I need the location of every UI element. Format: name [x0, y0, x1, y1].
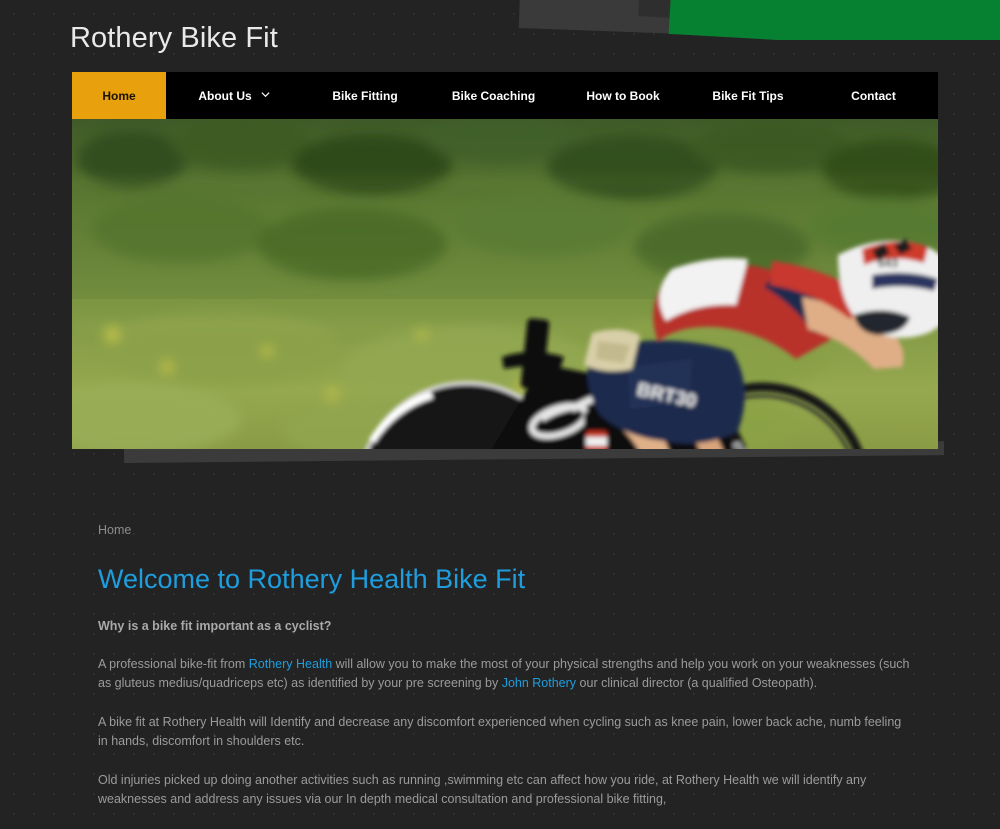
paragraph-one: A professional bike-fit from Rothery Hea… [98, 655, 912, 693]
paragraph-one-text-a: A professional bike-fit from [98, 657, 249, 671]
nav-item-label: Home [102, 88, 136, 103]
nav-item-how-to-book[interactable]: How to Book [559, 72, 687, 119]
decorative-gray-banner [518, 0, 940, 40]
paragraph-three: Old injuries picked up doing another act… [98, 773, 867, 806]
nav-item-bike-fitting[interactable]: Bike Fitting [302, 72, 428, 119]
decorative-gray-banner-2 [638, 0, 940, 34]
link-john-rothery[interactable]: John Rothery [502, 676, 576, 690]
page-title: Welcome to Rothery Health Bike Fit [98, 564, 526, 594]
intro-question: Why is a bike fit important as a cyclist… [98, 619, 332, 633]
hero-shadow [72, 441, 945, 471]
nav-item-label: Bike Coaching [451, 88, 536, 103]
nav-item-label: Contact [851, 88, 896, 103]
nav-item-label: Bike Fit Tips [712, 88, 784, 103]
breadcrumb[interactable]: Home [98, 523, 912, 537]
decorative-green-banner [668, 0, 1000, 40]
nav-item-home[interactable]: Home [72, 72, 166, 119]
page-container: Home About Us Bike Fitting Bike Coaching… [72, 72, 945, 829]
nav-item-label: How to Book [586, 88, 660, 103]
chevron-down-icon [261, 90, 270, 99]
site-title: Rothery Bike Fit [70, 22, 278, 54]
svg-text:643: 643 [878, 256, 898, 270]
nav-item-bike-coaching[interactable]: Bike Coaching [428, 72, 559, 119]
paragraph-one-text-c: our clinical director (a qualified Osteo… [576, 676, 818, 690]
nav-item-contact[interactable]: Contact [809, 72, 938, 119]
nav-item-about-us[interactable]: About Us [166, 72, 302, 119]
hero-illustration: elSport BRT30 [72, 119, 938, 449]
nav-item-bike-fit-tips[interactable]: Bike Fit Tips [687, 72, 809, 119]
main-navigation: Home About Us Bike Fitting Bike Coaching… [72, 72, 938, 119]
breadcrumb-item-home[interactable]: Home [98, 523, 131, 537]
link-rothery-health[interactable]: Rothery Health [249, 657, 332, 671]
hero-image: elSport BRT30 [72, 119, 938, 449]
nav-item-label: Bike Fitting [332, 88, 398, 103]
main-content: Home Welcome to Rothery Health Bike Fit … [72, 471, 938, 829]
nav-item-label: About Us [198, 88, 252, 103]
paragraph-two: A bike fit at Rothery Health will Identi… [98, 715, 902, 748]
